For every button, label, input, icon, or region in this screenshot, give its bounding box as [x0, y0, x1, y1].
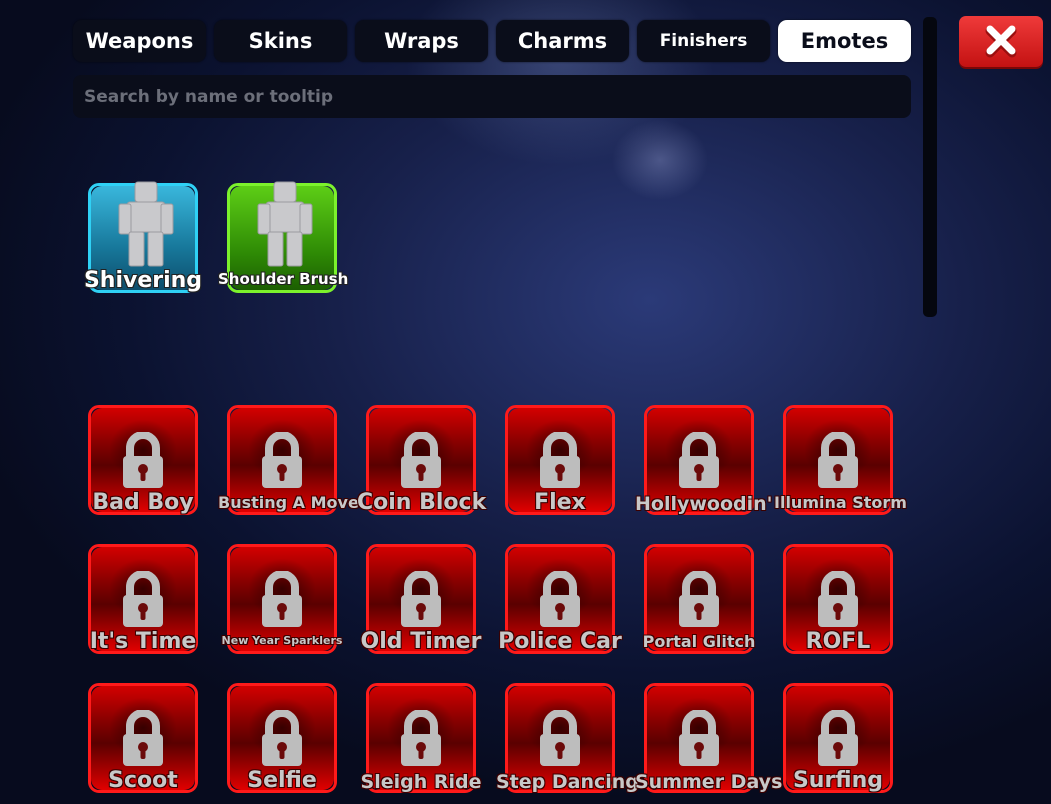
emote-card-illumina-storm[interactable]: Illumina Storm: [774, 405, 907, 515]
avatar-figure-icon: [118, 181, 174, 267]
padlock-icon: [679, 432, 719, 488]
padlock-icon: [262, 432, 302, 488]
emote-card-it-s-time[interactable]: It's Time: [88, 544, 198, 654]
emote-name: New Year Sparklers: [221, 634, 343, 647]
padlock-icon: [818, 571, 858, 627]
emote-name: Bad Boy: [92, 490, 194, 515]
emote-card-scoot[interactable]: Scoot: [88, 683, 198, 793]
emote-card-step-dancing[interactable]: Step Dancing: [496, 683, 639, 793]
tab-emotes[interactable]: Emotes: [778, 20, 911, 62]
emote-card-sleigh-ride[interactable]: Sleigh Ride: [361, 683, 481, 793]
emote-card-surfing[interactable]: Surfing: [783, 683, 893, 793]
tab-wraps[interactable]: Wraps: [355, 20, 488, 62]
emote-name: Surfing: [792, 768, 884, 793]
close-x-icon: [985, 25, 1017, 58]
emote-card-bad-boy[interactable]: Bad Boy: [88, 405, 198, 515]
padlock-icon: [401, 710, 441, 766]
emote-name: Hollywoodin': [635, 493, 773, 515]
padlock-icon: [123, 571, 163, 627]
padlock-icon: [123, 432, 163, 488]
padlock-icon: [540, 710, 580, 766]
emote-card-rofl[interactable]: ROFL: [783, 544, 893, 654]
emote-card-coin-block[interactable]: Coin Block: [357, 405, 486, 515]
scrollbar[interactable]: [923, 17, 937, 317]
search-input[interactable]: [73, 75, 911, 118]
avatar-figure-icon: [257, 181, 313, 267]
close-button[interactable]: [959, 16, 1043, 67]
emote-card-police-car[interactable]: Police Car: [498, 544, 622, 654]
emote-name: Old Timer: [360, 629, 482, 654]
emote-name: Selfie: [247, 768, 317, 793]
emote-card-new-year-sparklers[interactable]: New Year Sparklers: [222, 544, 342, 654]
emote-name: Coin Block: [357, 490, 487, 515]
emote-card-shivering[interactable]: Shivering: [84, 181, 202, 293]
emote-name: Scoot: [108, 768, 178, 793]
emote-card-old-timer[interactable]: Old Timer: [361, 544, 481, 654]
padlock-icon: [401, 432, 441, 488]
padlock-icon: [262, 710, 302, 766]
emote-name: Flex: [534, 490, 586, 515]
emote-name: Summer Days: [635, 771, 783, 793]
padlock-icon: [401, 571, 441, 627]
emote-name: Busting A Move: [218, 493, 359, 512]
emote-name: Illumina Storm: [774, 493, 907, 512]
emote-card-busting-a-move[interactable]: Busting A Move: [218, 405, 359, 515]
emote-name: Step Dancing: [496, 771, 639, 793]
tab-skins[interactable]: Skins: [214, 20, 347, 62]
emote-name: Portal Glitch: [642, 632, 756, 651]
padlock-icon: [818, 432, 858, 488]
emote-card-selfie[interactable]: Selfie: [227, 683, 337, 793]
emote-name: Shoulder Brush: [218, 270, 349, 288]
padlock-icon: [540, 432, 580, 488]
emote-card-portal-glitch[interactable]: Portal Glitch: [643, 544, 755, 654]
padlock-icon: [679, 710, 719, 766]
emote-name: Shivering: [83, 268, 203, 293]
emote-card-hollywoodin[interactable]: Hollywoodin': [635, 405, 772, 515]
emote-card-summer-days[interactable]: Summer Days: [635, 683, 782, 793]
tab-charms[interactable]: Charms: [496, 20, 629, 62]
emote-name: It's Time: [89, 629, 197, 654]
padlock-icon: [818, 710, 858, 766]
emote-name: Sleigh Ride: [360, 771, 482, 793]
padlock-icon: [540, 571, 580, 627]
padlock-icon: [679, 571, 719, 627]
tab-finishers[interactable]: Finishers: [637, 20, 770, 62]
emote-card-flex[interactable]: Flex: [505, 405, 615, 515]
emote-name: ROFL: [805, 629, 871, 654]
emote-name: Police Car: [498, 629, 622, 654]
padlock-icon: [262, 571, 302, 627]
padlock-icon: [123, 710, 163, 766]
emote-card-shoulder-brush[interactable]: Shoulder Brush: [218, 181, 348, 293]
tab-weapons[interactable]: Weapons: [73, 20, 206, 62]
